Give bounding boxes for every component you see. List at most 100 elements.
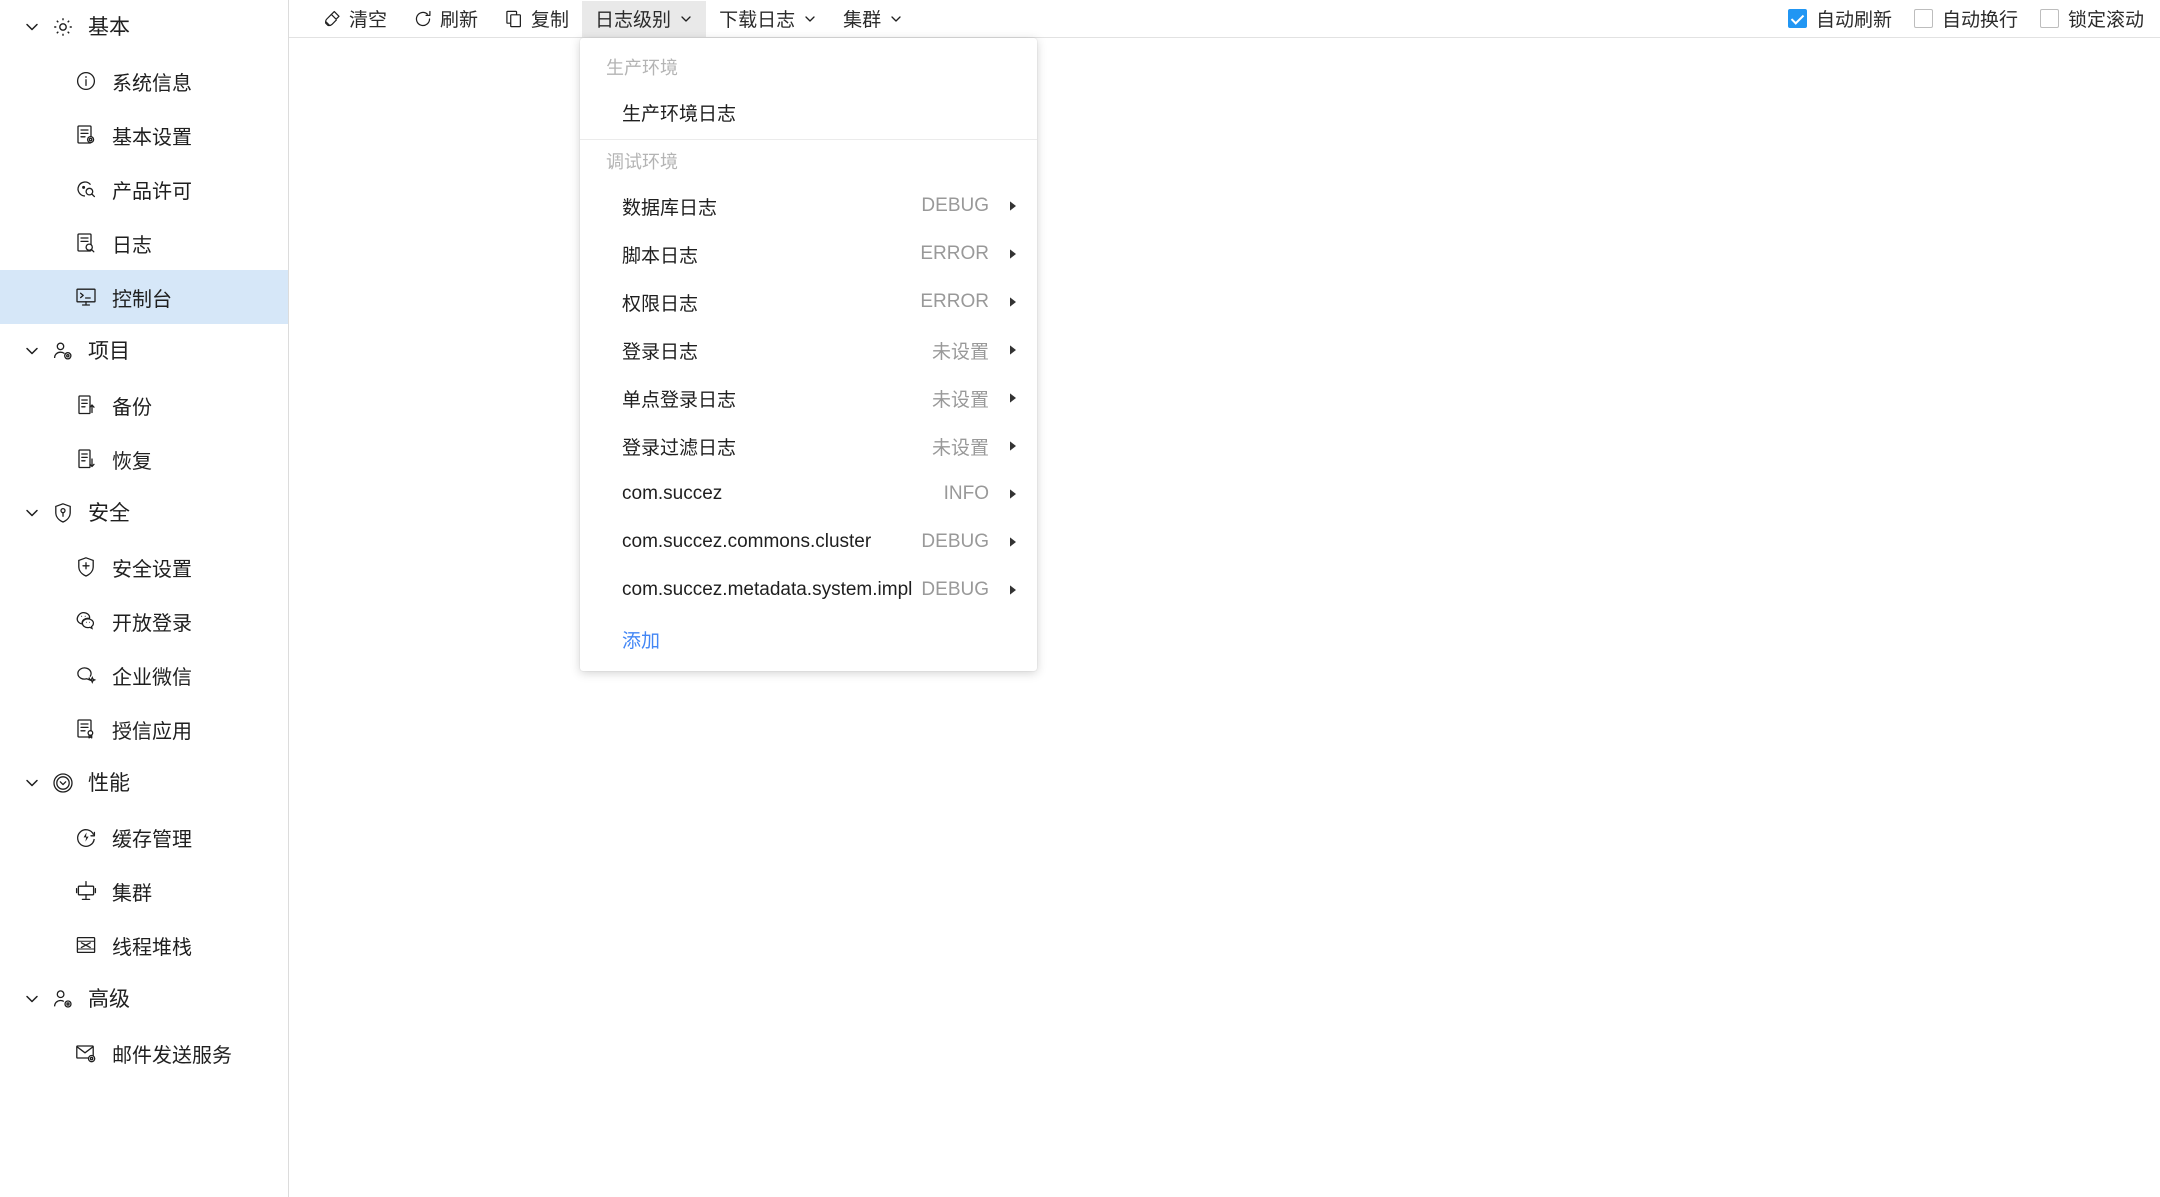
dropdown-item-login-log[interactable]: 登录日志 未设置	[580, 326, 1037, 374]
sidebar-item-enterprise-wechat[interactable]: 企业微信	[0, 648, 288, 702]
checkbox-box[interactable]	[1913, 9, 1933, 28]
dropdown-item-sso-login-log[interactable]: 单点登录日志 未设置	[580, 374, 1037, 422]
lock-scroll-checkbox[interactable]: 锁定滚动	[2039, 5, 2144, 32]
chevron-down-icon	[22, 989, 42, 1009]
sidebar-group-header-security[interactable]: 安全	[0, 486, 288, 540]
clear-button[interactable]: 清空	[309, 1, 400, 37]
sidebar-item-logs[interactable]: 日志	[0, 216, 288, 270]
doc-up-arrow-icon	[73, 392, 99, 418]
sidebar-item-mail-service[interactable]: 邮件发送服务	[0, 1026, 288, 1080]
dropdown-item-database-log[interactable]: 数据库日志 DEBUG	[580, 182, 1037, 230]
copy-icon	[504, 9, 524, 29]
auto-wrap-checkbox[interactable]: 自动换行	[1913, 5, 2018, 32]
checkbox-label: 自动换行	[1941, 10, 2018, 31]
chevron-right-icon	[1007, 392, 1019, 404]
chevron-right-icon	[1007, 200, 1019, 212]
sidebar-item-label: 线程堆栈	[112, 936, 192, 959]
sidebar-item-label: 日志	[112, 234, 152, 257]
sidebar-item-cluster[interactable]: 集群	[0, 864, 288, 918]
cluster-icon	[73, 878, 99, 904]
toolbar-right-group: 自动刷新 自动换行 锁定滚动	[1766, 5, 2144, 32]
checkbox-label: 锁定滚动	[2067, 10, 2144, 31]
dropdown-item-com-succez-metadata-system-impl[interactable]: com.succez.metadata.system.impl DEBUG	[580, 566, 1037, 614]
sidebar-item-trusted-apps[interactable]: 授信应用	[0, 702, 288, 756]
dropdown-item-login-filter-log[interactable]: 登录过滤日志 未设置	[580, 422, 1037, 470]
cluster-button[interactable]: 集群	[830, 1, 916, 37]
dropdown-section-title-debug: 调试环境	[606, 152, 678, 172]
sidebar-group-header-performance[interactable]: 性能	[0, 756, 288, 810]
dropdown-item-label: com.succez.commons.cluster	[622, 531, 872, 552]
dropdown-item-com-succez[interactable]: com.succez INFO	[580, 470, 1037, 518]
thread-stack-icon	[73, 932, 99, 958]
dropdown-item-com-succez-commons-cluster[interactable]: com.succez.commons.cluster DEBUG	[580, 518, 1037, 566]
sidebar-group-header-project[interactable]: 项目	[0, 324, 288, 378]
checkbox-box[interactable]	[2039, 9, 2059, 28]
checkbox-box[interactable]	[1787, 9, 1807, 28]
refresh-button[interactable]: 刷新	[400, 1, 491, 37]
sidebar-item-label: 授信应用	[112, 720, 192, 743]
sidebar-item-product-license[interactable]: 产品许可	[0, 162, 288, 216]
sidebar-group-label: 性能	[88, 771, 130, 795]
auto-refresh-checkbox[interactable]: 自动刷新	[1787, 5, 1892, 32]
dropdown-item-label: 登录过滤日志	[622, 437, 737, 459]
dropdown-item-label: 脚本日志	[622, 245, 699, 267]
chevron-down-icon	[22, 773, 42, 793]
sidebar-group-header-advanced[interactable]: 高级	[0, 972, 288, 1026]
sidebar-item-basic-settings[interactable]: 基本设置	[0, 108, 288, 162]
dropdown-item-level: 未设置	[931, 389, 989, 411]
toolbar-button-label: 下载日志	[719, 10, 796, 31]
person-gear-icon	[50, 986, 76, 1012]
sidebar-group-label: 安全	[88, 501, 130, 525]
sidebar-item-security-settings[interactable]: 安全设置	[0, 540, 288, 594]
sidebar-item-console[interactable]: 控制台	[0, 270, 288, 324]
sidebar-item-cache-management[interactable]: 缓存管理	[0, 810, 288, 864]
chat-sparkle-icon	[73, 662, 99, 688]
sidebar-group-project: 项目 备份 恢复	[0, 324, 288, 486]
dropdown-item-level: ERROR	[920, 291, 989, 312]
dropdown-item-script-log[interactable]: 脚本日志 ERROR	[580, 230, 1037, 278]
chevron-down-icon	[22, 341, 42, 361]
shield-plus-icon	[73, 554, 99, 580]
dropdown-item-label: 登录日志	[622, 341, 699, 363]
chevron-right-icon	[1007, 584, 1019, 596]
sidebar-item-label: 安全设置	[112, 558, 192, 581]
console-output-area[interactable]	[289, 38, 2160, 1197]
chevron-down-icon	[889, 12, 903, 26]
sidebar-group-label: 项目	[88, 339, 130, 363]
chevron-right-icon	[1007, 296, 1019, 308]
sidebar-item-backup[interactable]: 备份	[0, 378, 288, 432]
dropdown-item-level: 未设置	[931, 341, 989, 363]
refresh-icon	[413, 9, 433, 29]
toolbar-button-label: 复制	[531, 10, 570, 31]
dropdown-item-production-log[interactable]: 生产环境日志	[580, 88, 1037, 136]
shield-key-icon	[50, 500, 76, 526]
sidebar-item-label: 备份	[112, 396, 152, 419]
sidebar-group-header-basic[interactable]: 基本	[0, 0, 288, 54]
sidebar-item-system-info[interactable]: 系统信息	[0, 54, 288, 108]
toolbar-button-label: 集群	[843, 10, 882, 31]
toolbar-button-label: 刷新	[440, 10, 479, 31]
sidebar-item-restore[interactable]: 恢复	[0, 432, 288, 486]
dropdown-item-level: DEBUG	[921, 579, 989, 600]
gear-icon	[50, 14, 76, 40]
doc-gear-icon	[73, 122, 99, 148]
sidebar-group-advanced: 高级 邮件发送服务	[0, 972, 288, 1080]
doc-search-icon	[73, 230, 99, 256]
sidebar: 基本 系统信息 基本设置 产品许可 日志 控制台 项目 备份 恢复 安全 安全设…	[0, 0, 289, 1197]
performance-circle-icon	[50, 770, 76, 796]
sidebar-item-label: 产品许可	[112, 180, 192, 203]
copy-button[interactable]: 复制	[491, 1, 582, 37]
dropdown-item-label: 数据库日志	[622, 197, 718, 219]
chevron-right-icon	[1007, 248, 1019, 260]
dropdown-add-link[interactable]: 添加	[580, 614, 1037, 661]
download-log-button[interactable]: 下载日志	[706, 1, 830, 37]
sidebar-group-label: 高级	[88, 987, 130, 1011]
info-circle-icon	[73, 68, 99, 94]
log-level-button[interactable]: 日志级别	[582, 0, 707, 37]
dropdown-item-permission-log[interactable]: 权限日志 ERROR	[580, 278, 1037, 326]
sidebar-item-thread-stack[interactable]: 线程堆栈	[0, 918, 288, 972]
app-root: 基本 系统信息 基本设置 产品许可 日志 控制台 项目 备份 恢复 安全 安全设…	[0, 0, 2160, 1197]
sidebar-item-open-login[interactable]: 开放登录	[0, 594, 288, 648]
dropdown-item-label: 权限日志	[622, 293, 699, 315]
sidebar-item-label: 恢复	[112, 450, 152, 473]
